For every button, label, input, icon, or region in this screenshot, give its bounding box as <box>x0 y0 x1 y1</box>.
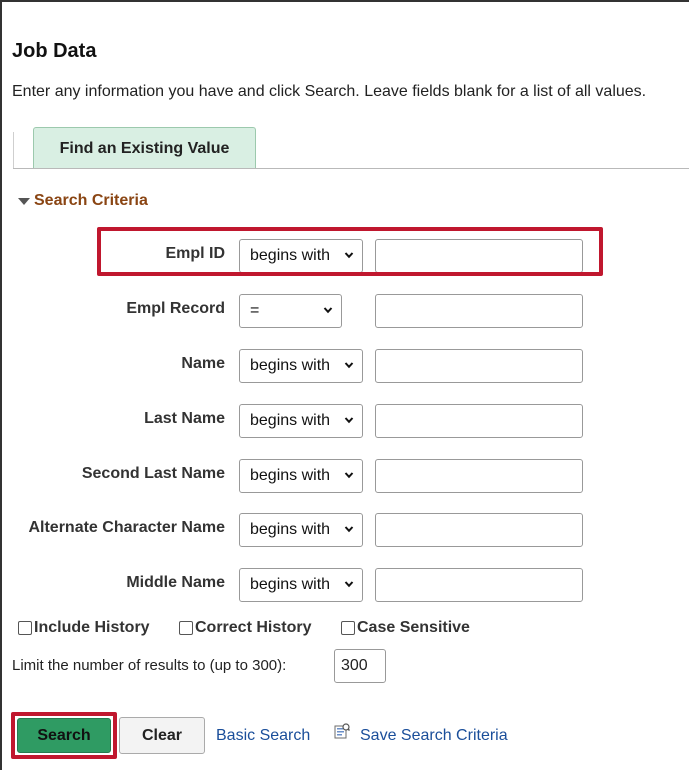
name-operator-select[interactable]: begins with <box>239 349 363 383</box>
instructions-text: Enter any information you have and click… <box>12 83 647 100</box>
middle-name-input[interactable] <box>375 568 583 602</box>
name-operator-value: begins with <box>250 357 331 374</box>
tab-find-existing-value[interactable]: Find an Existing Value <box>33 127 256 169</box>
field-label-empl-record: Empl Record <box>126 300 225 317</box>
include-history-checkbox[interactable] <box>18 621 32 635</box>
include-history-option[interactable]: Include History <box>18 619 150 637</box>
second-last-name-operator-value: begins with <box>250 467 331 484</box>
middle-name-operator-value: begins with <box>250 576 331 593</box>
field-label-second-last-name: Second Last Name <box>81 465 225 482</box>
tab-underline <box>13 168 689 169</box>
middle-name-operator-select[interactable]: begins with <box>239 568 363 602</box>
second-last-name-operator-select[interactable]: begins with <box>239 459 363 493</box>
chevron-down-icon <box>344 526 354 533</box>
alternate-character-name-input[interactable] <box>375 513 583 547</box>
empl-record-input[interactable] <box>375 294 583 328</box>
field-label-last-name: Last Name <box>144 410 225 427</box>
chevron-down-icon <box>344 417 354 424</box>
chevron-down-icon <box>344 362 354 369</box>
search-button-highlight-box <box>11 712 117 759</box>
last-name-operator-value: begins with <box>250 412 331 429</box>
limit-results-label: Limit the number of results to (up to 30… <box>12 657 287 674</box>
include-history-label: Include History <box>34 619 150 636</box>
empl-record-operator-select[interactable]: = <box>239 294 342 328</box>
alternate-character-name-operator-select[interactable]: begins with <box>239 513 363 547</box>
empl-record-operator-value: = <box>250 302 260 319</box>
field-label-alternate-character-name: Alternate Character Name <box>28 519 225 536</box>
correct-history-label: Correct History <box>195 619 312 636</box>
alternate-character-name-operator-value: begins with <box>250 521 331 538</box>
save-search-icon[interactable] <box>334 723 350 739</box>
case-sensitive-option[interactable]: Case Sensitive <box>341 619 470 637</box>
case-sensitive-checkbox[interactable] <box>341 621 355 635</box>
correct-history-option[interactable]: Correct History <box>179 619 311 637</box>
last-name-operator-select[interactable]: begins with <box>239 404 363 438</box>
chevron-down-icon <box>344 581 354 588</box>
chevron-down-icon <box>323 307 333 314</box>
basic-search-link[interactable]: Basic Search <box>216 727 310 745</box>
limit-results-input[interactable]: 300 <box>334 649 386 683</box>
search-criteria-header[interactable]: Search Criteria <box>18 192 148 210</box>
empl-id-highlight-box <box>97 227 603 276</box>
tab-divider-left <box>13 132 14 168</box>
chevron-down-icon <box>344 472 354 479</box>
field-label-name: Name <box>181 355 225 372</box>
save-search-criteria-link[interactable]: Save Search Criteria <box>360 727 508 745</box>
second-last-name-input[interactable] <box>375 459 583 493</box>
last-name-input[interactable] <box>375 404 583 438</box>
case-sensitive-label: Case Sensitive <box>357 619 470 636</box>
clear-button[interactable]: Clear <box>119 717 205 754</box>
correct-history-checkbox[interactable] <box>179 621 193 635</box>
page-title: Job Data <box>12 40 97 62</box>
search-criteria-label: Search Criteria <box>34 192 148 209</box>
triangle-down-icon[interactable] <box>18 198 30 205</box>
field-label-middle-name: Middle Name <box>126 574 225 591</box>
search-page: Job Data Enter any information you have … <box>0 0 689 770</box>
name-input[interactable] <box>375 349 583 383</box>
